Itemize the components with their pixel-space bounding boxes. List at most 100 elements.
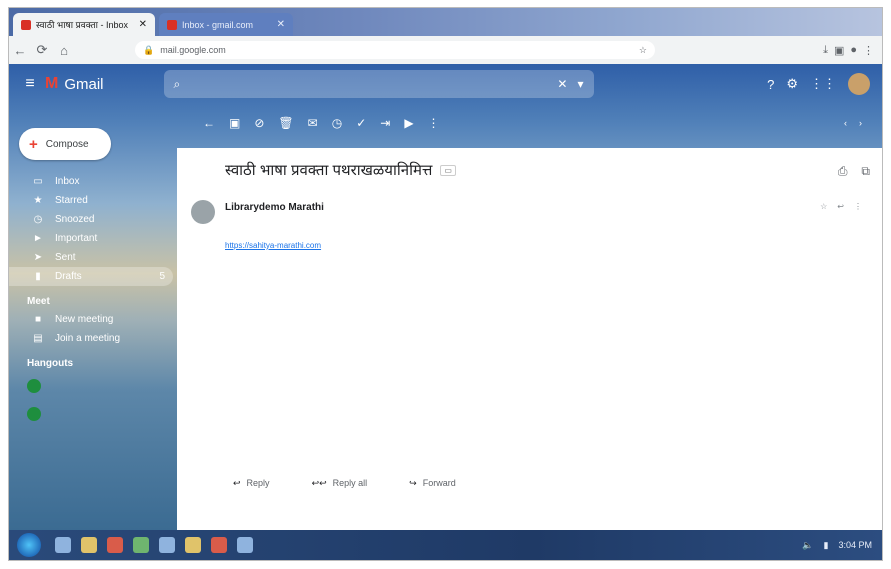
open-new-window-icon[interactable]: ⧉ — [861, 164, 870, 179]
file-icon: ▮ — [35, 271, 41, 282]
taskbar-app-folder[interactable] — [81, 537, 97, 553]
keyboard-icon: ▤ — [33, 333, 43, 344]
back-icon[interactable]: ← — [9, 43, 31, 58]
gmail-favicon-icon — [167, 19, 177, 30]
drafts-count: 5 — [159, 271, 165, 282]
start-button[interactable] — [17, 533, 41, 557]
nav-list: ▭ Inbox ★ Starred ◷ Snoozed ► Important … — [9, 172, 177, 428]
compose-button[interactable]: + Compose — [19, 128, 111, 160]
more-options-icon[interactable]: ⋮ — [428, 116, 440, 130]
next-page-icon[interactable]: › — [859, 118, 862, 128]
reload-icon[interactable]: ⟳ — [31, 42, 53, 58]
close-tab-icon[interactable]: ✕ — [139, 19, 147, 30]
mark-unread-icon[interactable]: ✉ — [308, 116, 318, 130]
address-bar[interactable]: 🔒 mail.google.com ☆ — [135, 41, 655, 59]
sidebar-item-sent[interactable]: ➤ Sent — [9, 248, 177, 267]
sidebar-item-label: Join a meeting — [55, 333, 121, 344]
clock-icon: ◷ — [33, 214, 43, 225]
sidebar-item-snoozed[interactable]: ◷ Snoozed — [9, 210, 177, 229]
sidebar-item-inbox[interactable]: ▭ Inbox — [9, 172, 177, 191]
help-icon[interactable]: ? — [767, 77, 774, 92]
network-icon[interactable]: ▮ — [824, 540, 829, 551]
reply-icon[interactable]: ↩ — [837, 202, 844, 211]
archive-icon[interactable]: ▣ — [229, 116, 240, 130]
sender-name[interactable]: Librarydemo Marathi — [225, 202, 324, 213]
download-icon[interactable]: ⤓ — [823, 44, 828, 57]
report-spam-icon[interactable]: ⊘ — [254, 116, 264, 130]
screen: स्वाठी भाषा प्रवक्ता - Inbox ✕ Inbox - g… — [9, 8, 882, 560]
sidebar-item-drafts[interactable]: ▮ Drafts 5 — [9, 267, 173, 286]
inbox-label-chip[interactable]: ▭ — [440, 164, 456, 176]
taskbar-app-explorer[interactable] — [55, 537, 71, 553]
gmail-m-icon: M — [45, 75, 59, 92]
main-menu-icon[interactable]: ≡ — [15, 75, 45, 93]
taskbar-app-paint[interactable] — [211, 537, 227, 553]
sidebar-item-label: Snoozed — [55, 214, 95, 225]
sidebar-item-label: Inbox — [55, 176, 80, 187]
tab-title: स्वाठी भाषा प्रवक्ता - Inbox — [36, 20, 129, 30]
search-options-icon[interactable]: ▾ — [577, 77, 583, 91]
hangouts-heading: Hangouts — [27, 357, 74, 369]
sidebar-item-label: New meeting — [55, 314, 114, 325]
taskbar-app-media[interactable] — [107, 537, 123, 553]
reply-button[interactable]: ↩ Reply — [233, 478, 270, 489]
taskbar-app-word[interactable] — [159, 537, 175, 553]
taskbar-app-photos[interactable] — [185, 537, 201, 553]
sidebar-item-join-meeting[interactable]: ▤ Join a meeting — [9, 329, 177, 348]
star-toggle-icon[interactable]: ☆ — [820, 202, 827, 211]
compose-plus-icon: + — [29, 135, 38, 153]
profile-icon[interactable]: ● — [850, 44, 857, 57]
lock-icon: 🔒 — [143, 44, 155, 55]
hangouts-contact[interactable] — [9, 400, 177, 428]
account-avatar[interactable] — [848, 73, 870, 95]
close-tab-icon[interactable]: ✕ — [277, 19, 285, 30]
move-to-icon[interactable]: ⇥ — [380, 116, 390, 130]
email-subject: स्वाठी भाषा प्रवक्ता पथराखळयानिमित्त ▭ — [225, 160, 456, 180]
reply-all-label: Reply all — [332, 478, 368, 488]
email-view: स्वाठी भाषा प्रवक्ता पथराखळयानिमित्त ▭ ⎙… — [177, 148, 882, 530]
subject-actions: ⎙ ⧉ — [838, 164, 870, 179]
back-to-inbox-icon[interactable]: ← — [203, 116, 215, 130]
sidebar: + Compose ▭ Inbox ★ Starred ◷ Snoozed ► — [9, 108, 177, 528]
sender-avatar[interactable] — [191, 200, 215, 224]
volume-icon[interactable]: 🔈 — [802, 540, 813, 551]
forward-button[interactable]: ↪ Forward — [409, 478, 456, 489]
sidebar-item-important[interactable]: ► Important — [9, 229, 177, 248]
delete-icon[interactable]: 🗑 — [278, 116, 293, 130]
home-icon[interactable]: ⌂ — [53, 43, 75, 58]
hangouts-user[interactable] — [9, 372, 177, 400]
bookmark-star-icon[interactable]: ☆ — [639, 45, 647, 56]
forward-icon: ↪ — [409, 478, 417, 488]
snooze-icon[interactable]: ◷ — [332, 116, 342, 130]
extensions: ⤓ ▣ ● ⋮ — [823, 44, 882, 57]
tab-inactive[interactable]: Inbox - gmail.com ✕ — [159, 13, 293, 36]
clear-search-icon[interactable]: ✕ — [557, 77, 567, 91]
more-icon[interactable]: ⋮ — [854, 202, 862, 211]
menu-dots-icon[interactable]: ⋮ — [863, 44, 874, 57]
url-text: mail.google.com — [160, 45, 226, 55]
tab-title: Inbox - gmail.com — [182, 19, 254, 30]
gmail-logo[interactable]: M Gmail — [45, 75, 104, 93]
body-link[interactable]: https://sahitya-marathi.com — [225, 241, 321, 250]
tab-active[interactable]: स्वाठी भाषा प्रवक्ता - Inbox ✕ — [13, 13, 155, 36]
video-icon: ■ — [34, 314, 42, 325]
apps-grid-icon[interactable]: ⋮⋮ — [810, 76, 836, 92]
search-icon[interactable]: ⌕ — [174, 77, 181, 92]
settings-gear-icon[interactable]: ⚙ — [786, 76, 798, 92]
sidebar-item-starred[interactable]: ★ Starred — [9, 191, 177, 210]
labels-icon[interactable]: ▶ — [404, 116, 413, 130]
clock[interactable]: 3:04 PM — [838, 540, 872, 551]
reply-label: Reply — [246, 478, 270, 488]
hangouts-avatar — [27, 407, 41, 421]
sidebar-item-new-meeting[interactable]: ■ New meeting — [9, 310, 177, 329]
reply-all-button[interactable]: ↩↩ Reply all — [312, 478, 368, 489]
extension-icon[interactable]: ▣ — [834, 44, 844, 57]
header-actions: ? ⚙ ⋮⋮ — [767, 73, 882, 95]
reply-all-icon: ↩↩ — [311, 478, 327, 488]
search-bar[interactable]: ⌕ ✕ ▾ — [163, 70, 594, 98]
prev-page-icon[interactable]: ‹ — [844, 118, 847, 128]
taskbar-app-other[interactable] — [237, 537, 253, 553]
print-icon[interactable]: ⎙ — [838, 164, 848, 179]
add-task-icon[interactable]: ✓ — [356, 116, 366, 130]
taskbar-app-chrome[interactable] — [133, 537, 149, 553]
